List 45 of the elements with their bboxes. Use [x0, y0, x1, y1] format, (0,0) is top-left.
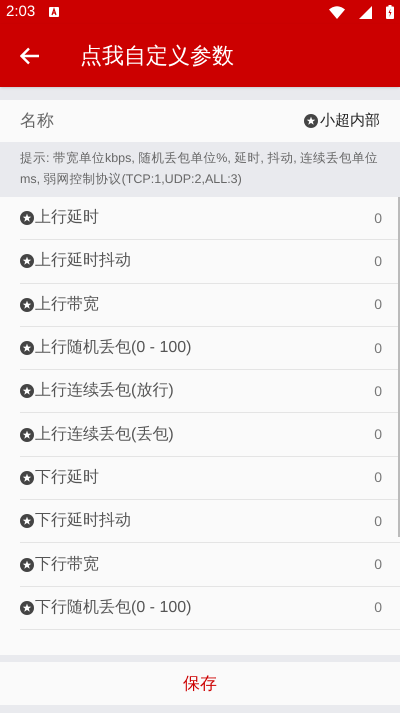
- param-value: 0: [374, 252, 382, 271]
- notification-icon: [49, 7, 60, 17]
- param-label: 上行延时: [35, 208, 99, 228]
- param-value: 0: [374, 295, 382, 314]
- name-row[interactable]: 名称 小超内部: [0, 100, 400, 142]
- param-value: 0: [374, 598, 382, 618]
- save-button[interactable]: 保存: [0, 662, 400, 705]
- star-circle-icon: [20, 470, 34, 485]
- signal-icon: [359, 6, 372, 18]
- star-circle-icon: [20, 384, 34, 398]
- param-label: 上行连续丢包(丢包): [35, 424, 174, 445]
- param-label: 下行随机丢包(0 - 100): [35, 598, 192, 618]
- star-circle-icon: [20, 254, 34, 268]
- param-label: 下行带宽: [35, 554, 99, 575]
- param-label: 上行带宽: [35, 294, 99, 315]
- param-label: 上行随机丢包(0 - 100): [35, 338, 192, 358]
- param-value: 0: [374, 338, 382, 358]
- param-value: 0: [374, 425, 382, 444]
- param-label: 下行延时: [35, 468, 99, 488]
- param-label: 上行延时抖动: [35, 250, 131, 272]
- star-circle-icon: [20, 514, 34, 528]
- name-label: 名称: [20, 110, 54, 132]
- status-time: 2:03: [6, 2, 36, 22]
- param-value: 0: [374, 468, 382, 488]
- param-value: 0: [374, 512, 382, 531]
- param-row[interactable]: 下行带宽 0: [20, 543, 400, 587]
- param-row[interactable]: 下行随机丢包(0 - 100) 0: [20, 586, 400, 630]
- param-value: 0: [374, 208, 382, 228]
- back-arrow-icon: [20, 46, 40, 64]
- name-value: 小超内部: [320, 110, 380, 131]
- star-circle-icon: [304, 114, 318, 128]
- star-circle-icon: [20, 558, 34, 572]
- star-circle-icon: [20, 428, 34, 442]
- star-circle-icon: [20, 341, 34, 356]
- param-value: 0: [374, 555, 382, 574]
- page-title: 点我自定义参数: [80, 42, 234, 70]
- star-circle-icon: [20, 298, 34, 312]
- param-label: 下行延时抖动: [35, 510, 131, 532]
- param-label: 上行连续丢包(放行): [35, 380, 174, 402]
- param-value: 0: [374, 382, 382, 401]
- battery-icon: [386, 5, 394, 19]
- star-circle-icon: [20, 211, 34, 226]
- wifi-icon: [329, 6, 345, 18]
- hint-text: 提示: 带宽单位kbps, 随机丢包单位%, 延时, 抖动, 连续丢包单位ms, 弱网控制协议(TCP:1,UDP:2,ALL:3): [20, 150, 380, 188]
- star-circle-icon: [20, 600, 34, 615]
